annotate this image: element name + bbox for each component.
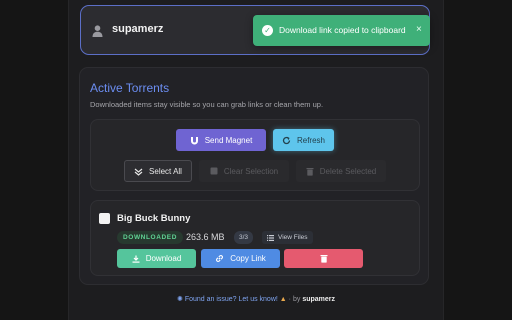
clear-selection-label: Clear Selection xyxy=(223,166,279,176)
torrent-item: Big Buck Bunny DOWNLOADED 263.6 MB 3/3 V… xyxy=(90,200,420,276)
report-issue-link[interactable]: ✺ Found an issue? Let us know! xyxy=(177,296,280,303)
view-files-button[interactable]: View Files xyxy=(262,231,313,244)
clear-selection-button[interactable]: Clear Selection xyxy=(199,160,289,182)
actions-bar: Send Magnet Refresh Select All Clear Sel… xyxy=(90,119,420,191)
footer-author: supamerz xyxy=(302,296,336,303)
send-magnet-button[interactable]: Send Magnet xyxy=(176,129,266,151)
files-count-badge: 3/3 xyxy=(234,231,254,244)
download-button[interactable]: Download xyxy=(117,249,196,268)
toast-notification: ✓ Download link copied to clipboard × xyxy=(253,15,430,46)
square-icon xyxy=(210,167,218,175)
user-icon xyxy=(92,25,103,37)
refresh-button[interactable]: Refresh xyxy=(273,129,334,151)
username: supamerz xyxy=(112,23,164,35)
refresh-label: Refresh xyxy=(296,135,325,145)
panel-subtitle: Downloaded items stay visible so you can… xyxy=(90,100,324,109)
active-torrents-panel: Active Torrents Downloaded items stay vi… xyxy=(79,67,429,285)
delete-button[interactable] xyxy=(284,249,363,268)
ghost-icon: ▲ xyxy=(279,296,287,303)
copy-link-button[interactable]: Copy Link xyxy=(201,249,280,268)
select-all-label: Select All xyxy=(149,166,182,176)
copy-link-label: Copy Link xyxy=(230,254,266,263)
footer-by: by xyxy=(292,296,301,303)
delete-selected-button[interactable]: Delete Selected xyxy=(296,160,386,182)
close-icon[interactable]: × xyxy=(416,24,422,36)
magnet-icon xyxy=(190,136,199,145)
footer: ✺ Found an issue? Let us know! ▲ · by su… xyxy=(176,296,336,303)
link-icon xyxy=(215,254,224,263)
check-circle-icon: ✓ xyxy=(262,25,273,36)
delete-selected-label: Delete Selected xyxy=(319,166,377,176)
torrent-name: Big Buck Bunny xyxy=(117,213,191,224)
refresh-icon xyxy=(282,136,291,145)
torrent-size: 263.6 MB xyxy=(186,232,225,242)
torrent-checkbox[interactable] xyxy=(99,213,110,224)
send-magnet-label: Send Magnet xyxy=(204,135,253,145)
download-icon xyxy=(132,255,140,263)
panel-title: Active Torrents xyxy=(90,81,170,95)
toast-message: Download link copied to clipboard xyxy=(279,25,406,35)
double-check-icon xyxy=(134,167,143,176)
status-badge: DOWNLOADED xyxy=(117,231,184,244)
trash-icon xyxy=(320,254,328,263)
trash-icon xyxy=(306,167,314,176)
view-files-label: View Files xyxy=(278,234,308,241)
list-icon xyxy=(267,234,274,241)
bug-icon: ✺ xyxy=(176,296,183,303)
download-label: Download xyxy=(145,254,182,263)
report-issue-label: Found an issue? Let us know! xyxy=(184,296,278,303)
select-all-button[interactable]: Select All xyxy=(124,160,192,182)
